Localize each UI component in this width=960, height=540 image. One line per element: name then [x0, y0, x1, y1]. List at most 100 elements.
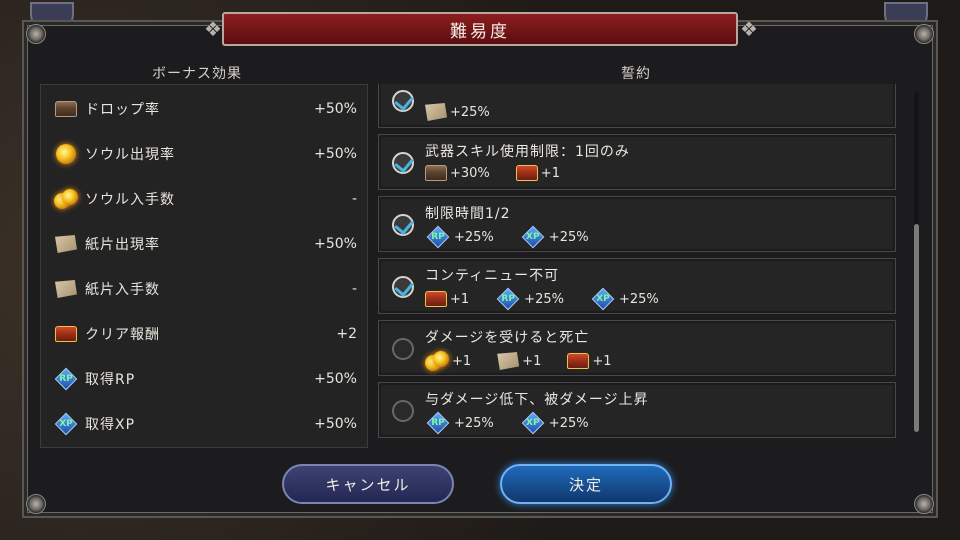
- bonus-row: クリア報酬 +2: [41, 312, 367, 356]
- oath-reward: RP +25%: [495, 289, 564, 309]
- checkbox-checked-icon[interactable]: [392, 152, 414, 174]
- paper-icon: [497, 352, 520, 370]
- oath-reward-value: +25%: [548, 229, 589, 245]
- corner-ornament-icon: [914, 24, 934, 44]
- oath-reward-value: +1: [522, 353, 542, 369]
- bonus-label: ソウル出現率: [85, 147, 175, 163]
- oath-card[interactable]: +25%: [378, 84, 896, 128]
- xp-icon-text: XP: [526, 418, 540, 428]
- oath-reward-value: +25%: [454, 229, 494, 245]
- red-chest-icon: [515, 165, 538, 181]
- bonus-row: XP 取得XP +50%: [41, 402, 367, 446]
- rp-icon: RP: [425, 413, 451, 433]
- oath-rewards: +25%: [425, 103, 490, 121]
- oath-scrollbar-thumb[interactable]: [914, 224, 919, 432]
- xp-icon: XP: [520, 227, 546, 247]
- bonus-value: +50%: [314, 416, 357, 432]
- oath-title: 武器スキル使用制限：1回のみ: [425, 144, 630, 160]
- red-chest-icon: [567, 353, 590, 369]
- dialog-title: 難易度: [222, 12, 738, 46]
- oath-reward-value: +25%: [524, 291, 564, 307]
- paper-icon: [425, 103, 447, 121]
- bonus-label: ソウル入手数: [85, 192, 175, 208]
- rp-icon-text: RP: [431, 232, 445, 242]
- bonus-row: RP 取得RP +50%: [41, 357, 367, 401]
- checkbox-unchecked-icon[interactable]: [392, 400, 414, 422]
- rp-icon: RP: [425, 227, 451, 247]
- bonus-value: +50%: [314, 101, 357, 117]
- oath-list[interactable]: +25% 武器スキル使用制限：1回のみ +30% +1 制限時間1/2 RP +25% XP +…: [372, 84, 904, 448]
- dialog-title-text: 難易度: [450, 21, 510, 42]
- xp-icon: XP: [520, 413, 546, 433]
- oath-reward: +1: [567, 351, 612, 371]
- checkbox-checked-icon[interactable]: [392, 214, 414, 236]
- soul-pair-icon: [54, 189, 78, 209]
- oath-heading: 誓約: [621, 66, 651, 82]
- oath-rewards: +30% +1: [425, 165, 560, 181]
- oath-reward: XP +25%: [520, 413, 589, 433]
- soul-icon: [56, 144, 76, 164]
- soul-pair-icon: [425, 351, 449, 371]
- bonus-value: -: [351, 281, 357, 297]
- red-chest-icon: [425, 291, 447, 307]
- rp-icon-text: RP: [501, 294, 515, 304]
- chest-icon: [425, 165, 447, 181]
- bonus-effects-list: ドロップ率 +50% ソウル出現率 +50% ソウル入手数 - 紙片出現率 +50% 紙片入手数…: [40, 84, 368, 448]
- xp-icon: XP: [53, 414, 79, 434]
- oath-rewards: +1 RP +25% XP +25%: [425, 289, 659, 309]
- bonus-row: 紙片入手数 -: [41, 267, 367, 311]
- cancel-button[interactable]: キャンセル: [282, 464, 454, 504]
- bonus-heading: ボーナス効果: [152, 66, 242, 82]
- rp-icon-text: RP: [59, 374, 73, 384]
- bonus-label: 紙片出現率: [85, 237, 160, 253]
- confirm-button[interactable]: 決定: [500, 464, 672, 504]
- oath-reward-value: +1: [540, 165, 560, 181]
- bonus-label: 取得RP: [85, 372, 136, 388]
- paper-icon: [55, 280, 77, 298]
- bonus-row: ソウル入手数 -: [41, 177, 367, 221]
- xp-icon-text: XP: [59, 419, 73, 429]
- cancel-button-label: キャンセル: [325, 475, 411, 494]
- oath-card[interactable]: コンティニュー不可 +1 RP +25% XP +25%: [378, 258, 896, 314]
- xp-icon-text: XP: [596, 294, 610, 304]
- bonus-value: +50%: [314, 236, 357, 252]
- oath-reward-value: +1: [592, 353, 612, 369]
- oath-reward: RP +25%: [425, 227, 494, 247]
- bonus-row: 紙片出現率 +50%: [41, 222, 367, 266]
- oath-reward: +25%: [425, 103, 490, 121]
- oath-card[interactable]: 武器スキル使用制限：1回のみ +30% +1: [378, 134, 896, 190]
- oath-reward-value: +1: [452, 353, 472, 369]
- bonus-value: +50%: [314, 371, 357, 387]
- oath-card[interactable]: 与ダメージ低下、被ダメージ上昇 RP +25% XP +25%: [378, 382, 896, 438]
- bonus-row: ドロップ率 +50%: [41, 87, 367, 131]
- bonus-label: 取得XP: [85, 417, 136, 433]
- oath-card[interactable]: ダメージを受けると死亡 +1 +1 +1: [378, 320, 896, 376]
- bonus-label: 紙片入手数: [85, 282, 160, 298]
- title-ornament-left-icon: ❖: [204, 17, 222, 41]
- oath-reward-value: +30%: [450, 165, 490, 181]
- oath-title: 制限時間1/2: [425, 206, 511, 222]
- oath-title: コンティニュー不可: [425, 268, 560, 284]
- oath-reward: +1: [497, 351, 541, 371]
- bonus-value: +2: [336, 326, 357, 342]
- rp-icon: RP: [53, 369, 79, 389]
- bonus-row: ソウル出現率 +50%: [41, 132, 367, 176]
- bonus-value: -: [351, 191, 357, 207]
- oath-scrollbar[interactable]: [914, 92, 919, 432]
- confirm-button-label: 決定: [568, 475, 603, 494]
- corner-ornament-icon: [26, 24, 46, 44]
- rp-icon: RP: [495, 289, 521, 309]
- oath-reward: +1: [425, 351, 471, 371]
- paper-icon: [55, 235, 77, 253]
- oath-reward: XP +25%: [520, 227, 589, 247]
- checkbox-checked-icon[interactable]: [392, 276, 414, 298]
- bonus-value: +50%: [314, 146, 357, 162]
- bonus-label: クリア報酬: [85, 327, 160, 343]
- oath-card[interactable]: 制限時間1/2 RP +25% XP +25%: [378, 196, 896, 252]
- checkbox-checked-icon[interactable]: [392, 90, 414, 112]
- oath-title: 与ダメージ低下、被ダメージ上昇: [425, 392, 649, 408]
- oath-reward-value: +25%: [454, 415, 494, 431]
- oath-reward-value: +25%: [450, 104, 490, 120]
- checkbox-unchecked-icon[interactable]: [392, 338, 414, 360]
- oath-reward: +1: [425, 289, 469, 309]
